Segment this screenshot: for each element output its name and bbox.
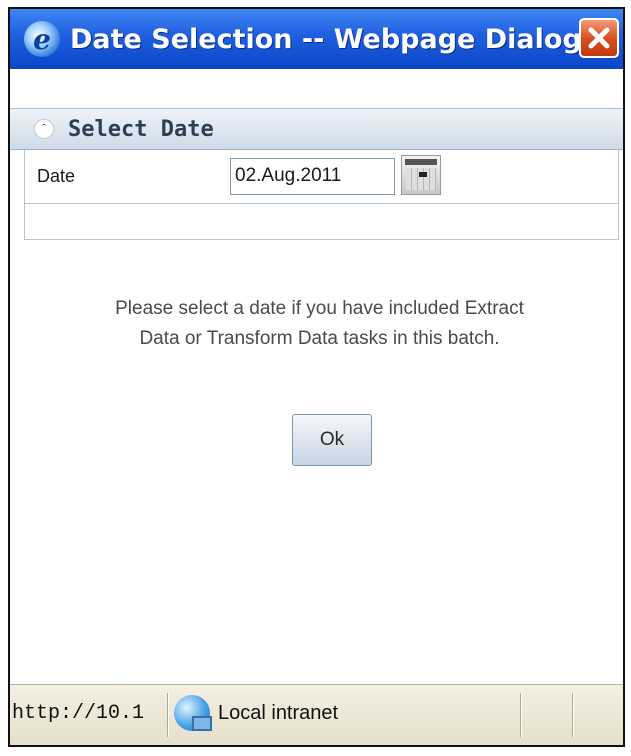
security-zone: Local intranet bbox=[218, 702, 339, 724]
close-icon bbox=[588, 27, 610, 49]
ok-button[interactable]: Ok bbox=[292, 414, 372, 466]
status-divider bbox=[167, 693, 169, 737]
chevron-up-icon[interactable]: ˆ bbox=[34, 119, 54, 139]
info-message: Please select a date if you have include… bbox=[20, 294, 619, 354]
info-message-line-1: Please select a date if you have include… bbox=[115, 298, 524, 319]
local-intranet-icon bbox=[174, 695, 212, 731]
dialog-window: e Date Selection -- Webpage Dialog ˆ Sel… bbox=[8, 7, 625, 747]
calendar-icon[interactable] bbox=[401, 155, 441, 195]
title-bar[interactable]: e Date Selection -- Webpage Dialog bbox=[10, 9, 623, 69]
status-divider bbox=[572, 693, 574, 737]
section-header[interactable]: ˆ Select Date bbox=[10, 108, 623, 150]
window-title: Date Selection -- Webpage Dialog bbox=[70, 23, 582, 55]
date-form: Date 02.Aug.2011 bbox=[24, 150, 619, 240]
status-divider bbox=[520, 693, 522, 737]
close-button[interactable] bbox=[579, 18, 619, 58]
date-row: Date 02.Aug.2011 bbox=[25, 150, 618, 204]
info-message-line-2: Data or Transform Data tasks in this bat… bbox=[139, 328, 500, 349]
ie-icon: e bbox=[24, 21, 60, 57]
date-field[interactable]: 02.Aug.2011 bbox=[230, 158, 395, 195]
date-label: Date bbox=[37, 166, 76, 186]
status-bar: http://10.1 Local intranet bbox=[10, 684, 623, 745]
section-title: Select Date bbox=[68, 116, 214, 142]
status-url: http://10.1 bbox=[12, 702, 145, 725]
